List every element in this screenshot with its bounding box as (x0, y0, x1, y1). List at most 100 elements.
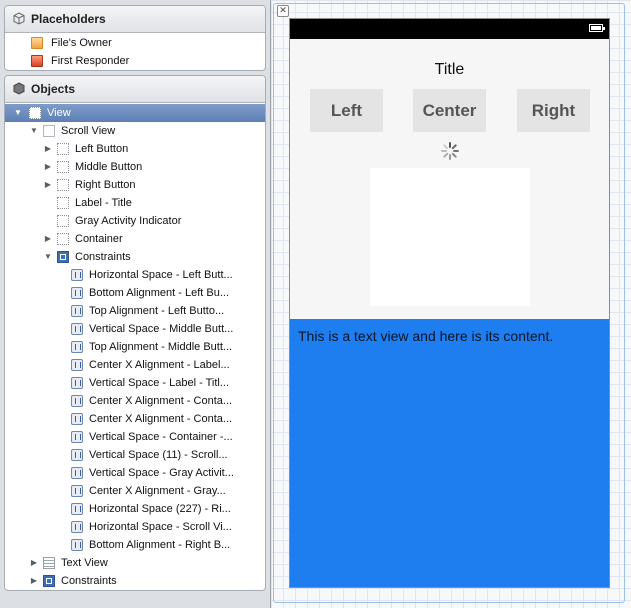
scroll-view-icon (43, 125, 55, 137)
outline-row-container[interactable]: ▶ Container (5, 230, 265, 248)
placeholders-panel: Placeholders File's Owner First Responde… (4, 5, 266, 71)
objects-header: Objects (5, 76, 265, 103)
outline-row-constraints-root[interactable]: ▶ Constraints (5, 572, 265, 590)
view-icon (57, 233, 69, 245)
container-view[interactable] (370, 168, 530, 306)
outline-row-constraint[interactable]: Vertical Space - Label - Titl... (5, 374, 265, 392)
disclosure-collapsed-icon[interactable]: ▶ (43, 176, 53, 194)
battery-icon (589, 24, 605, 32)
placeholder-files-owner[interactable]: File's Owner (5, 34, 265, 52)
outline-row-middle-button[interactable]: ▶ Middle Button (5, 158, 265, 176)
view-icon (29, 107, 41, 119)
outline-row-constraint[interactable]: Center X Alignment - Gray... (5, 482, 265, 500)
button-icon (57, 179, 69, 191)
document-outline: Placeholders File's Owner First Responde… (0, 0, 271, 608)
vertical-space-constraint-icon (71, 467, 83, 479)
outline-row-label: Middle Button (75, 161, 143, 173)
cube-icon (13, 12, 25, 25)
outline-row-label: Vertical Space - Label - Titl... (89, 377, 230, 389)
outline-row-constraint[interactable]: Horizontal Space (227) - Ri... (5, 500, 265, 518)
center-x-alignment-constraint-icon (71, 359, 83, 371)
disclosure-expanded-icon[interactable]: ▼ (13, 104, 23, 122)
vertical-space-constraint-icon (71, 323, 83, 335)
outline-row-label-title[interactable]: Label - Title (5, 194, 265, 212)
button-icon (57, 143, 69, 155)
horizontal-space-constraint-icon (71, 503, 83, 515)
outline-row-label: Scroll View (61, 125, 116, 137)
title-label[interactable]: Title (290, 61, 609, 79)
text-view[interactable]: This is a text view and here is its cont… (290, 319, 609, 587)
disclosure-collapsed-icon[interactable]: ▶ (43, 158, 53, 176)
outline-row-label: Vertical Space - Middle Butt... (89, 323, 234, 335)
center-x-alignment-constraint-icon (71, 485, 83, 497)
outline-row-label: Bottom Alignment - Right B... (89, 539, 231, 551)
outline-row-label: View (47, 107, 71, 119)
cube-red-icon (31, 55, 43, 67)
center-button[interactable]: Center (413, 89, 486, 132)
outline-row-constraint[interactable]: Center X Alignment - Conta... (5, 392, 265, 410)
label-icon (57, 197, 69, 209)
outline-row-label: Horizontal Space - Left Butt... (89, 269, 233, 281)
outline-row-constraint[interactable]: Horizontal Space - Scroll Vi... (5, 518, 265, 536)
disclosure-collapsed-icon[interactable]: ▶ (43, 140, 53, 158)
outline-row-label: Bottom Alignment - Left Bu... (89, 287, 230, 299)
cube-orange-icon (31, 37, 43, 49)
outline-row-label: Left Button (75, 143, 129, 155)
outline-row-view[interactable]: ▼ View (5, 104, 265, 122)
outline-row-constraint[interactable]: Vertical Space - Container -... (5, 428, 265, 446)
outline-row-label: Vertical Space (11) - Scroll... (89, 449, 228, 461)
outline-row-constraint[interactable]: Center X Alignment - Label... (5, 356, 265, 374)
constraints-group-icon (57, 251, 69, 263)
center-x-alignment-constraint-icon (71, 413, 83, 425)
activity-indicator-icon[interactable] (440, 141, 460, 161)
disclosure-expanded-icon[interactable]: ▼ (29, 122, 39, 140)
outline-row-constraint[interactable]: Bottom Alignment - Right B... (5, 536, 265, 554)
disclosure-collapsed-icon[interactable]: ▶ (43, 230, 53, 248)
outline-row-text-view[interactable]: ▶ Text View (5, 554, 265, 572)
outline-row-label: Center X Alignment - Gray... (89, 485, 226, 497)
placeholders-title: Placeholders (31, 12, 106, 26)
outline-row-scroll-view[interactable]: ▼ Scroll View (5, 122, 265, 140)
outline-row-constraint[interactable]: Bottom Alignment - Left Bu... (5, 284, 265, 302)
outline-row-constraint[interactable]: Horizontal Space - Left Butt... (5, 266, 265, 284)
device-view[interactable]: Title Left Center Right This is a text v… (289, 18, 610, 588)
status-bar (290, 19, 609, 39)
vertical-space-constraint-icon (71, 431, 83, 443)
right-button[interactable]: Right (517, 89, 590, 132)
close-scene-icon[interactable]: ✕ (277, 5, 289, 17)
outline-row-constraint[interactable]: Vertical Space - Middle Butt... (5, 320, 265, 338)
outline-row-constraint[interactable]: Top Alignment - Left Butto... (5, 302, 265, 320)
outline-row-label: Top Alignment - Middle Butt... (89, 341, 233, 353)
outline-row-right-button[interactable]: ▶ Right Button (5, 176, 265, 194)
outline-row-label: Right Button (75, 179, 136, 191)
outline-row-activity-indicator[interactable]: Gray Activity Indicator (5, 212, 265, 230)
outline-row-constraint[interactable]: Center X Alignment - Conta... (5, 410, 265, 428)
bottom-alignment-constraint-icon (71, 287, 83, 299)
outline-row-label: Container (75, 233, 123, 245)
constraints-group-icon (43, 575, 55, 587)
horizontal-space-constraint-icon (71, 521, 83, 533)
disclosure-collapsed-icon[interactable]: ▶ (29, 554, 39, 572)
bottom-alignment-constraint-icon (71, 539, 83, 551)
disclosure-collapsed-icon[interactable]: ▶ (29, 572, 39, 590)
activity-indicator-icon (57, 215, 69, 227)
outline-row-label: Gray Activity Indicator (75, 215, 182, 227)
center-x-alignment-constraint-icon (71, 395, 83, 407)
text-view-content: This is a text view and here is its cont… (298, 328, 554, 344)
outline-row-label: Label - Title (75, 197, 132, 209)
outline-row-constraints[interactable]: ▼ Constraints (5, 248, 265, 266)
outline-row-label: Constraints (61, 575, 117, 587)
outline-row-constraint[interactable]: Vertical Space - Gray Activit... (5, 464, 265, 482)
outline-row-constraint[interactable]: Top Alignment - Middle Butt... (5, 338, 265, 356)
top-alignment-constraint-icon (71, 341, 83, 353)
outline-row-label: Center X Alignment - Conta... (89, 413, 233, 425)
outline-row-constraint[interactable]: Vertical Space (11) - Scroll... (5, 446, 265, 464)
button-icon (57, 161, 69, 173)
placeholder-first-responder[interactable]: First Responder (5, 52, 265, 70)
top-alignment-constraint-icon (71, 305, 83, 317)
disclosure-expanded-icon[interactable]: ▼ (43, 248, 53, 266)
outline-row-left-button[interactable]: ▶ Left Button (5, 140, 265, 158)
placeholder-label: File's Owner (51, 37, 112, 49)
horizontal-space-constraint-icon (71, 269, 83, 281)
left-button[interactable]: Left (310, 89, 383, 132)
